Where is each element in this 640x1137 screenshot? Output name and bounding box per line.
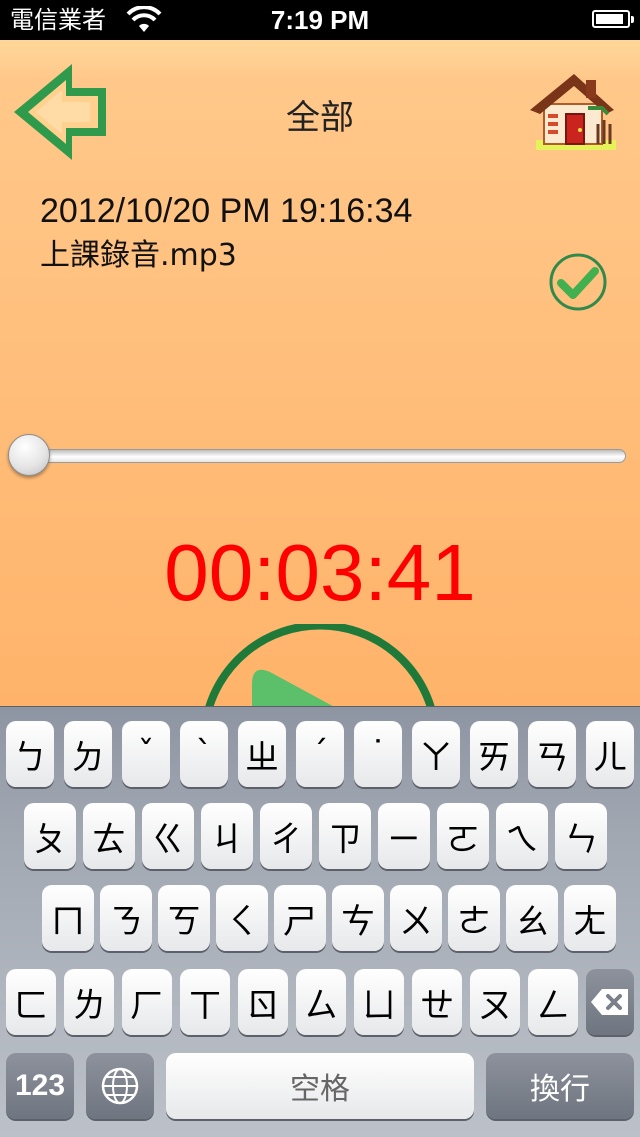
key-r2-4[interactable]: ㄕ (274, 885, 326, 951)
key-r0-0[interactable]: ㄅ (6, 721, 54, 787)
backspace-icon (591, 989, 628, 1015)
recording-datetime: 2012/10/20 PM 19:16:34 (40, 192, 413, 230)
play-icon[interactable] (200, 624, 440, 706)
player-screen: 全部 2012/10/20 PM 19:16:34 上課錄音.mp3 00:03… (0, 40, 640, 706)
home-house-icon[interactable] (528, 68, 620, 154)
key-r1-2[interactable]: ㄍ (142, 803, 194, 869)
key-r0-7[interactable]: ㄚ (412, 721, 460, 787)
numbers-key[interactable]: 123 (6, 1053, 74, 1119)
globe-key[interactable] (86, 1053, 154, 1119)
slider-track[interactable] (14, 449, 626, 463)
key-r1-9[interactable]: ㄣ (555, 803, 607, 869)
key-r0-1[interactable]: ㄉ (64, 721, 112, 787)
key-r3-9[interactable]: ㄥ (528, 969, 578, 1035)
key-r1-1[interactable]: ㄊ (83, 803, 135, 869)
globe-icon (101, 1067, 139, 1105)
key-r1-8[interactable]: ㄟ (496, 803, 548, 869)
key-r2-5[interactable]: ㄘ (332, 885, 384, 951)
zhuyin-keyboard: ㄅ ㄉ ˇ ˋ ㄓ ˊ ˙ ㄚ ㄞ ㄢ ㄦ ㄆ ㄊ ㄍ ㄐ ㄔ ㄗ ㄧ ㄛ ㄟ … (0, 706, 640, 1137)
key-r1-5[interactable]: ㄗ (319, 803, 371, 869)
delete-key[interactable] (586, 969, 634, 1035)
space-key[interactable]: 空格 (166, 1053, 474, 1119)
key-r1-0[interactable]: ㄆ (24, 803, 76, 869)
battery-fill (596, 14, 623, 24)
key-r1-7[interactable]: ㄛ (437, 803, 489, 869)
key-r0-3[interactable]: ˋ (180, 721, 228, 787)
elapsed-time: 00:03:41 (164, 528, 476, 617)
key-r0-2[interactable]: ˇ (122, 721, 170, 787)
key-r0-10[interactable]: ㄦ (586, 721, 634, 787)
key-r3-1[interactable]: ㄌ (64, 969, 114, 1035)
key-r0-9[interactable]: ㄢ (528, 721, 576, 787)
return-key[interactable]: 換行 (486, 1053, 634, 1119)
recording-filename: 上課錄音.mp3 (40, 238, 237, 273)
key-r2-1[interactable]: ㄋ (100, 885, 152, 951)
status-time: 7:19 PM (270, 5, 370, 35)
key-r1-4[interactable]: ㄔ (260, 803, 312, 869)
battery-icon (592, 10, 634, 28)
check-circle-icon[interactable] (548, 252, 608, 312)
key-r3-5[interactable]: ㄙ (296, 969, 346, 1035)
key-r2-7[interactable]: ㄜ (448, 885, 500, 951)
key-r3-3[interactable]: ㄒ (180, 969, 230, 1035)
key-r1-3[interactable]: ㄐ (201, 803, 253, 869)
key-r3-0[interactable]: ㄈ (6, 969, 56, 1035)
key-r3-2[interactable]: ㄏ (122, 969, 172, 1035)
key-r2-0[interactable]: ㄇ (42, 885, 94, 951)
key-r2-2[interactable]: ㄎ (158, 885, 210, 951)
key-r3-6[interactable]: ㄩ (354, 969, 404, 1035)
status-bar: 電信業者 7:19 PM (0, 0, 640, 40)
key-r0-5[interactable]: ˊ (296, 721, 344, 787)
key-r3-4[interactable]: ㄖ (238, 969, 288, 1035)
playback-slider[interactable] (8, 434, 626, 476)
key-r1-6[interactable]: ㄧ (378, 803, 430, 869)
key-r3-8[interactable]: ㄡ (470, 969, 520, 1035)
key-r0-6[interactable]: ˙ (354, 721, 402, 787)
key-r2-9[interactable]: ㄤ (564, 885, 616, 951)
key-r2-8[interactable]: ㄠ (506, 885, 558, 951)
key-r0-8[interactable]: ㄞ (470, 721, 518, 787)
key-r0-4[interactable]: ㄓ (238, 721, 286, 787)
key-r2-6[interactable]: ㄨ (390, 885, 442, 951)
key-r2-3[interactable]: ㄑ (216, 885, 268, 951)
key-r3-7[interactable]: ㄝ (412, 969, 462, 1035)
slider-thumb[interactable] (8, 434, 50, 476)
